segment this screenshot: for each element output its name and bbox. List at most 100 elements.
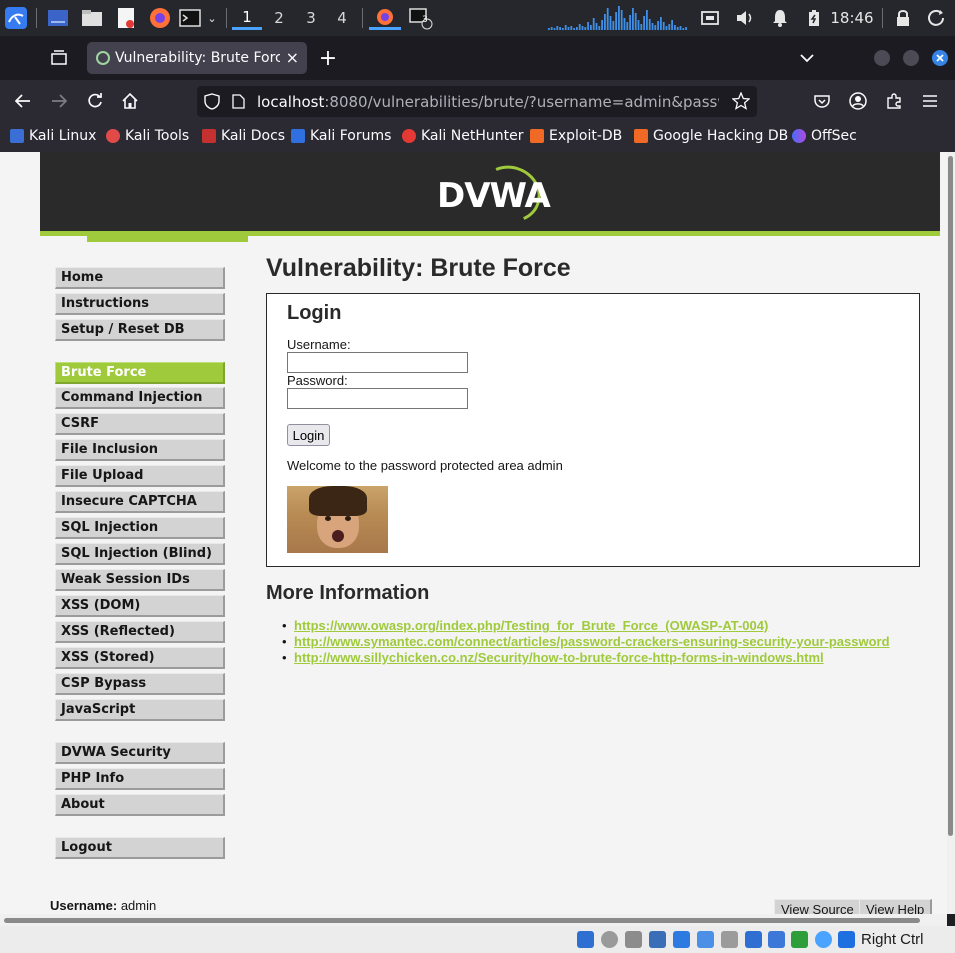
menu-item-xss-reflected[interactable]: XSS (Reflected) xyxy=(55,621,225,643)
new-tab-button[interactable]: + xyxy=(314,44,342,72)
shield-icon[interactable] xyxy=(204,93,220,114)
battery-icon[interactable] xyxy=(803,6,825,30)
bookmark-star-icon[interactable] xyxy=(731,91,751,114)
vm-optical-drive-icon[interactable] xyxy=(601,931,618,948)
menu-item-file-upload[interactable]: File Upload xyxy=(55,465,225,487)
menu-item-about[interactable]: About xyxy=(55,794,225,816)
bookmark-exploit-db[interactable]: Exploit-DB xyxy=(530,128,622,144)
text-editor-icon[interactable] xyxy=(114,6,138,30)
menu-item-insecure-captcha[interactable]: Insecure CAPTCHA xyxy=(55,491,225,513)
password-field[interactable] xyxy=(287,388,468,409)
terminal-task-icon[interactable]: 3 xyxy=(407,6,435,30)
workspace-3[interactable]: 3 xyxy=(296,6,326,30)
back-arrow-icon[interactable] xyxy=(9,87,37,115)
reload-icon[interactable] xyxy=(81,87,109,115)
bookmark-google-hacking-db[interactable]: Google Hacking DB xyxy=(634,128,788,144)
menu-item-javascript[interactable]: JavaScript xyxy=(55,699,225,721)
menu-item-instructions[interactable]: Instructions xyxy=(55,293,225,315)
notification-bell-icon[interactable] xyxy=(768,6,792,30)
vm-keyboard-capture-icon[interactable] xyxy=(838,931,855,948)
menu-item-dvwa-security[interactable]: DVWA Security xyxy=(55,742,225,764)
menu-item-xss-dom[interactable]: XSS (DOM) xyxy=(55,595,225,617)
menu-item-command-injection[interactable]: Command Injection xyxy=(55,387,225,409)
page-info-icon[interactable] xyxy=(232,94,245,113)
tab-close-icon[interactable]: × xyxy=(286,48,299,67)
dvwa-logo[interactable]: DVWA xyxy=(437,157,551,231)
volume-icon[interactable] xyxy=(733,6,757,30)
bookmark-kali-linux[interactable]: Kali Linux xyxy=(10,128,96,144)
file-manager-icon[interactable] xyxy=(80,6,104,30)
scrollbar-thumb[interactable] xyxy=(4,918,920,923)
view-help-button[interactable]: View Help xyxy=(859,899,933,914)
chevron-down-icon[interactable]: ⌄ xyxy=(204,6,220,30)
vertical-scrollbar[interactable] xyxy=(947,152,955,914)
tab-active[interactable]: Vulnerability: Brute Force × xyxy=(87,42,307,74)
username-field[interactable] xyxy=(287,352,468,373)
menu-item-weak-session-ids[interactable]: Weak Session IDs xyxy=(55,569,225,591)
link-sillychicken[interactable]: http://www.sillychicken.co.nz/Security/h… xyxy=(294,650,824,665)
vm-shared-folders-icon[interactable] xyxy=(697,931,714,948)
vm-cpu-activity-icon[interactable] xyxy=(791,931,808,948)
tab-groups-icon[interactable] xyxy=(45,44,73,72)
menu-item-setup[interactable]: Setup / Reset DB xyxy=(55,319,225,341)
user-avatar-image xyxy=(287,486,388,553)
vm-network-icon[interactable] xyxy=(649,931,666,948)
vm-status-bar: Right Ctrl xyxy=(0,926,955,953)
close-window-icon[interactable] xyxy=(932,50,948,66)
view-source-button[interactable]: View Source xyxy=(774,899,862,914)
vm-audio-icon[interactable] xyxy=(625,931,642,948)
power-icon[interactable] xyxy=(925,6,949,30)
workspace-4[interactable]: 4 xyxy=(327,6,357,30)
account-icon[interactable] xyxy=(844,87,872,115)
clock[interactable]: 18:46 xyxy=(830,6,874,30)
vm-harddisk-icon[interactable] xyxy=(577,931,594,948)
cpu-graph-bar xyxy=(548,28,550,30)
bookmark-offsec[interactable]: OffSec xyxy=(792,128,857,144)
bookmark-kali-forums[interactable]: Kali Forums xyxy=(291,128,391,144)
menu-item-csp-bypass[interactable]: CSP Bypass xyxy=(55,673,225,695)
extensions-icon[interactable] xyxy=(880,87,908,115)
menu-item-xss-stored[interactable]: XSS (Stored) xyxy=(55,647,225,669)
bookmark-kali-nethunter[interactable]: Kali NetHunter xyxy=(402,128,523,144)
link-owasp[interactable]: https://www.owasp.org/index.php/Testing_… xyxy=(294,618,768,633)
url-bar[interactable]: localhost:8080/vulnerabilities/brute/?us… xyxy=(197,86,757,117)
menu-item-csrf[interactable]: CSRF xyxy=(55,413,225,435)
menu-item-brute-force[interactable]: Brute Force xyxy=(55,362,225,384)
terminal-launcher-icon[interactable] xyxy=(178,6,202,30)
cpu-graph-bar xyxy=(578,24,581,30)
firefox-task-icon[interactable] xyxy=(369,6,401,30)
menu-item-php-info[interactable]: PHP Info xyxy=(55,768,225,790)
url-text[interactable]: localhost:8080/vulnerabilities/brute/?us… xyxy=(257,93,719,111)
cpu-graph-bar xyxy=(637,20,640,30)
horizontal-scrollbar[interactable] xyxy=(0,914,947,926)
vm-mouse-integration-icon[interactable] xyxy=(815,931,832,948)
network-icon[interactable] xyxy=(698,6,722,30)
scrollbar-thumb[interactable] xyxy=(948,156,953,836)
pocket-icon[interactable] xyxy=(808,87,836,115)
forward-arrow-icon[interactable] xyxy=(45,87,73,115)
bookmark-kali-docs[interactable]: Kali Docs xyxy=(202,128,285,144)
vm-video-capture-icon[interactable] xyxy=(745,931,762,948)
workspace-1[interactable]: 1 xyxy=(232,6,262,30)
menu-item-home[interactable]: Home xyxy=(55,267,225,289)
menu-item-file-inclusion[interactable]: File Inclusion xyxy=(55,439,225,461)
vm-usb-icon[interactable] xyxy=(673,931,690,948)
kali-menu-icon[interactable] xyxy=(4,6,28,30)
link-symantec[interactable]: http://www.symantec.com/connect/articles… xyxy=(294,634,890,649)
vm-guest-additions-icon[interactable] xyxy=(768,931,785,948)
home-icon[interactable] xyxy=(116,87,144,115)
menu-item-sql-injection[interactable]: SQL Injection xyxy=(55,517,225,539)
minimize-window-icon[interactable] xyxy=(874,50,890,66)
hamburger-menu-icon[interactable] xyxy=(916,87,944,115)
lock-icon[interactable] xyxy=(891,6,915,30)
desktop-icon[interactable] xyxy=(46,6,70,30)
maximize-window-icon[interactable] xyxy=(903,50,919,66)
menu-item-logout[interactable]: Logout xyxy=(55,837,225,859)
menu-item-sql-injection-blind[interactable]: SQL Injection (Blind) xyxy=(55,543,225,565)
workspace-2[interactable]: 2 xyxy=(264,6,294,30)
list-all-tabs-icon[interactable] xyxy=(793,44,821,72)
vm-display-icon[interactable] xyxy=(721,931,738,948)
firefox-launcher-icon[interactable] xyxy=(148,6,172,30)
bookmark-kali-tools[interactable]: Kali Tools xyxy=(106,128,189,144)
login-button[interactable]: Login xyxy=(287,424,330,446)
